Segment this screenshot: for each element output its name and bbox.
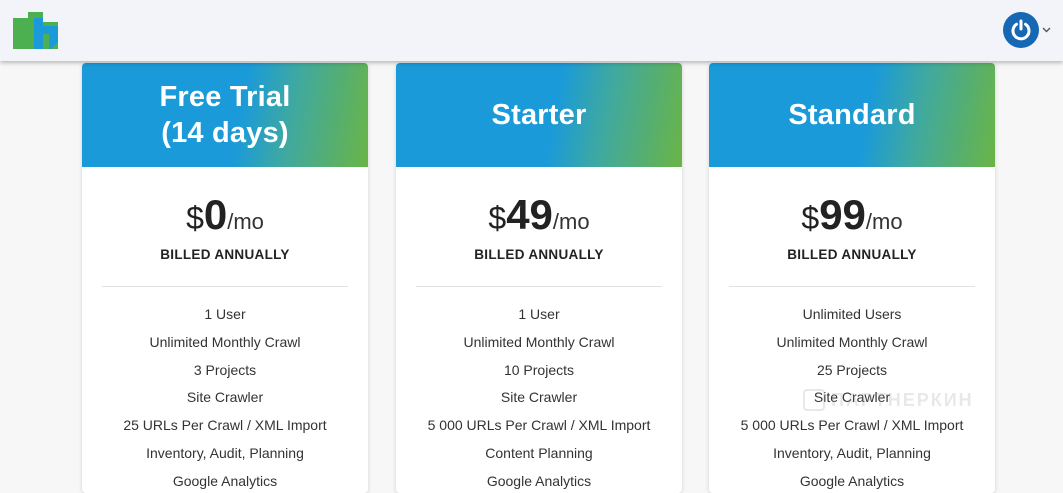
plan-header: Starter — [396, 63, 682, 167]
divider — [102, 286, 348, 287]
plan-card-standard[interactable]: Standard $ 99 /mo BILLED ANNUALLY Unlimi… — [709, 63, 995, 493]
feature-item: Site Crawler — [813, 389, 891, 406]
plan-name: Starter — [491, 99, 587, 131]
feature-item: Google Analytics — [172, 472, 278, 489]
feature-list: Unlimited Users Unlimited Monthly Crawl … — [709, 301, 995, 493]
feature-item: Inventory, Audit, Planning — [146, 444, 304, 461]
feature-item: 5 000 URLs Per Crawl / XML Import — [427, 417, 651, 434]
feature-item: Unlimited Monthly Crawl — [149, 333, 301, 350]
feature-item: Unlimited Monthly Crawl — [463, 333, 615, 350]
plan-name: Free Trial (14 days) — [159, 81, 291, 149]
pricing-plans: Free Trial (14 days) $ 0 /mo BILLED ANNU… — [0, 0, 1063, 493]
feature-item: 1 User — [204, 306, 246, 322]
feature-item: Site Crawler — [500, 389, 578, 406]
brand-logo-icon[interactable] — [13, 12, 58, 49]
feature-item: 25 URLs Per Crawl / XML Import — [123, 417, 327, 434]
price-amount: 99 — [819, 191, 866, 238]
billing-note: BILLED ANNUALLY — [474, 247, 604, 262]
chevron-down-icon[interactable] — [1041, 25, 1051, 35]
feature-item: Google Analytics — [486, 472, 592, 489]
plan-card-starter[interactable]: Starter $ 49 /mo BILLED ANNUALLY 1 User … — [396, 63, 682, 493]
plan-price: $ 99 /mo — [709, 191, 995, 239]
price-period: /mo — [865, 209, 903, 234]
feature-item: 3 Projects — [193, 361, 257, 378]
price-currency: $ — [801, 200, 820, 236]
feature-item: Google Analytics — [799, 472, 905, 489]
feature-item: 10 Projects — [503, 361, 575, 378]
feature-item: Inventory, Audit, Planning — [773, 444, 931, 461]
plan-header: Free Trial (14 days) — [82, 63, 368, 167]
plan-price: $ 0 /mo — [82, 191, 368, 239]
feature-item: 1 User — [518, 306, 560, 322]
divider — [729, 286, 975, 287]
feature-item: 5 000 URLs Per Crawl / XML Import — [740, 417, 964, 434]
feature-list: 1 User Unlimited Monthly Crawl 3 Project… — [82, 301, 368, 493]
price-amount: 49 — [506, 191, 553, 238]
feature-item: 25 Projects — [816, 361, 888, 378]
divider — [416, 286, 662, 287]
plan-name: Standard — [788, 99, 916, 131]
top-bar — [0, 0, 1063, 61]
price-period: /mo — [552, 209, 590, 234]
plan-price: $ 49 /mo — [396, 191, 682, 239]
plan-card-free-trial[interactable]: Free Trial (14 days) $ 0 /mo BILLED ANNU… — [82, 63, 368, 493]
price-amount: 0 — [203, 191, 228, 238]
user-menu[interactable] — [1003, 12, 1051, 48]
feature-item: Content Planning — [485, 444, 593, 461]
power-icon[interactable] — [1003, 12, 1039, 48]
feature-list: 1 User Unlimited Monthly Crawl 10 Projec… — [396, 301, 682, 493]
price-currency: $ — [186, 200, 204, 236]
billing-note: BILLED ANNUALLY — [160, 247, 290, 262]
price-currency: $ — [488, 200, 507, 236]
price-period: /mo — [227, 209, 264, 234]
feature-item: Unlimited Users — [802, 306, 902, 322]
plan-header: Standard — [709, 63, 995, 167]
billing-note: BILLED ANNUALLY — [787, 247, 917, 262]
feature-item: Unlimited Monthly Crawl — [776, 333, 928, 350]
feature-item: Site Crawler — [186, 389, 264, 406]
